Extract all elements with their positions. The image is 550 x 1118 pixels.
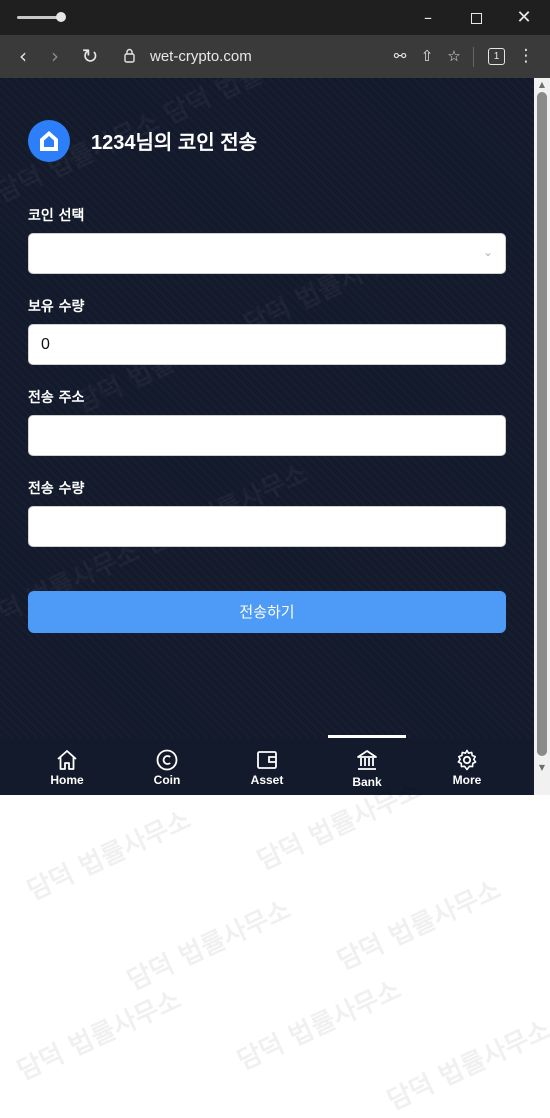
close-icon[interactable]: ✕ <box>500 0 548 35</box>
key-icon[interactable]: ⚯ <box>387 35 413 78</box>
reload-icon[interactable]: ↻ <box>75 35 105 78</box>
watermark: 담덕 법률사무소 <box>382 1014 550 1117</box>
blank-area: 담덕 법률사무소 담덕 법률사무소 담덕 법률사무소 담덕 법률사무소 담덕 법… <box>0 775 550 1117</box>
page-title: 1234님의 코인 전송 <box>91 132 258 154</box>
coin-select[interactable]: ⌄ <box>28 233 506 274</box>
watermark: 담덕 법률사무소 <box>332 874 506 977</box>
window-titlebar: – ✕ <box>0 0 550 35</box>
amount-input[interactable] <box>29 507 481 546</box>
maximize-icon[interactable] <box>452 0 500 35</box>
address-field[interactable] <box>28 415 506 456</box>
more-menu-icon[interactable]: ⋮ <box>513 35 539 78</box>
browser-toolbar: ‹ › ↻ wet-crypto.com ⚯ ⇧ ☆ 1 ⋮ <box>0 35 550 78</box>
back-arrow-icon[interactable]: ‹ <box>8 35 38 78</box>
lock-icon[interactable] <box>124 48 135 63</box>
gear-icon <box>457 749 477 771</box>
house-logo-icon <box>28 120 70 162</box>
tab-count-icon[interactable]: 1 <box>488 48 505 65</box>
nav-asset[interactable]: Asset <box>217 738 317 795</box>
share-icon[interactable]: ⇧ <box>414 35 440 78</box>
nav-coin[interactable]: Coin <box>117 738 217 795</box>
scroll-down-icon[interactable]: ▼ <box>537 763 547 773</box>
bottom-nav: Home Coin Asset Bank More <box>0 738 534 795</box>
amount-label: 전송 수량 <box>28 481 85 497</box>
send-button[interactable]: 전송하기 <box>28 591 506 633</box>
coin-select-label: 코인 선택 <box>28 208 85 224</box>
home-icon <box>57 750 77 770</box>
nav-more[interactable]: More <box>417 738 517 795</box>
scroll-up-icon[interactable]: ▲ <box>537 80 547 90</box>
nav-home[interactable]: Home <box>17 738 117 795</box>
wallet-icon <box>257 751 277 769</box>
nav-asset-label: Asset <box>250 773 284 787</box>
coin-select-value[interactable] <box>29 234 481 273</box>
nav-more-label: More <box>452 773 482 787</box>
scrollbar-thumb[interactable] <box>537 92 547 756</box>
balance-input[interactable] <box>29 325 481 364</box>
coin-icon <box>156 749 178 771</box>
address-input[interactable] <box>29 416 481 455</box>
watermark: 담덕 법률사무소 <box>12 984 186 1087</box>
minimize-icon[interactable]: – <box>404 0 452 35</box>
watermark: 담덕 법률사무소 <box>22 804 196 907</box>
toolbar-divider <box>473 47 474 67</box>
forward-arrow-icon[interactable]: › <box>40 35 70 78</box>
nav-home-label: Home <box>50 773 84 787</box>
window-slider-knob[interactable] <box>56 12 66 22</box>
nav-coin-label: Coin <box>153 773 181 787</box>
watermark: 담덕 법률사무소 <box>122 894 296 997</box>
watermark: 담덕 법률사무소 <box>232 974 406 1077</box>
favorites-icon[interactable]: ☆ <box>441 35 467 78</box>
address-label: 전송 주소 <box>28 390 85 406</box>
balance-field[interactable] <box>28 324 506 365</box>
url-field[interactable]: wet-crypto.com <box>150 35 252 78</box>
balance-label: 보유 수량 <box>28 299 85 315</box>
amount-field[interactable] <box>28 506 506 547</box>
chevron-down-icon: ⌄ <box>482 245 493 259</box>
app-viewport: 담덕 법률사무소 담덕 법률사무소 담덕 법률사무소 담덕 법률사무소 담덕 법… <box>0 78 534 795</box>
bank-icon <box>357 750 377 770</box>
